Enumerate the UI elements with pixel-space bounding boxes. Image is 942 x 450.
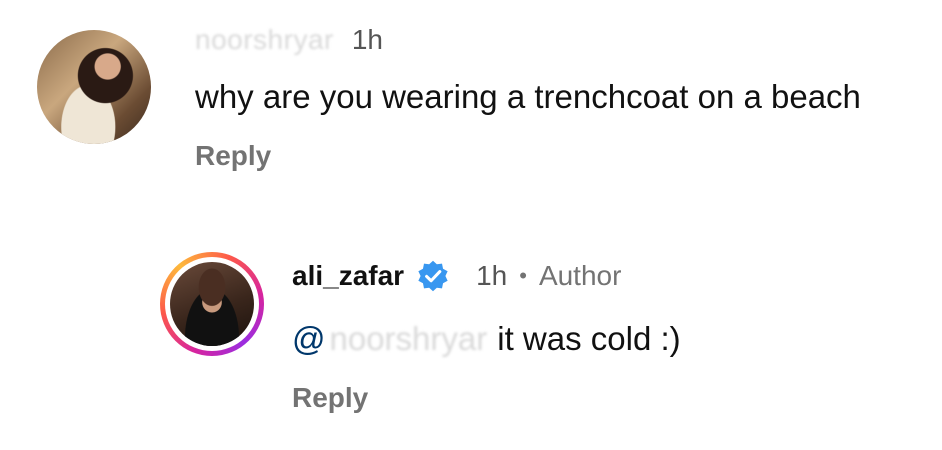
avatar-image [170, 262, 254, 346]
comment: noorshryar 1h why are you wearing a tren… [0, 0, 942, 200]
comment-text: why are you wearing a trenchcoat on a be… [195, 78, 861, 115]
username-blurred[interactable]: noorshryar [195, 24, 334, 56]
avatar-image [37, 30, 151, 144]
separator-dot: • [519, 263, 527, 288]
avatar[interactable] [37, 30, 151, 144]
timestamp: 1h [476, 260, 508, 291]
author-badge: Author [538, 260, 622, 291]
username[interactable]: ali_zafar [292, 260, 404, 292]
reply-button[interactable]: Reply [292, 382, 368, 414]
verified-badge-icon [418, 260, 448, 292]
comment-meta: noorshryar 1h [195, 22, 383, 58]
comment-body: @ noorshryar it was cold :) [292, 320, 681, 358]
comment-text: it was cold :) [497, 320, 681, 357]
comment-meta: ali_zafar 1h • Author [292, 256, 621, 296]
mention-username-blurred[interactable]: noorshryar [330, 320, 488, 358]
reply-comment: ali_zafar 1h • Author @ noorshryar it wa… [0, 240, 942, 450]
timestamp: 1h [351, 24, 383, 55]
reply-button[interactable]: Reply [195, 140, 271, 172]
avatar[interactable] [170, 262, 254, 346]
mention-at[interactable]: @ [292, 320, 326, 358]
